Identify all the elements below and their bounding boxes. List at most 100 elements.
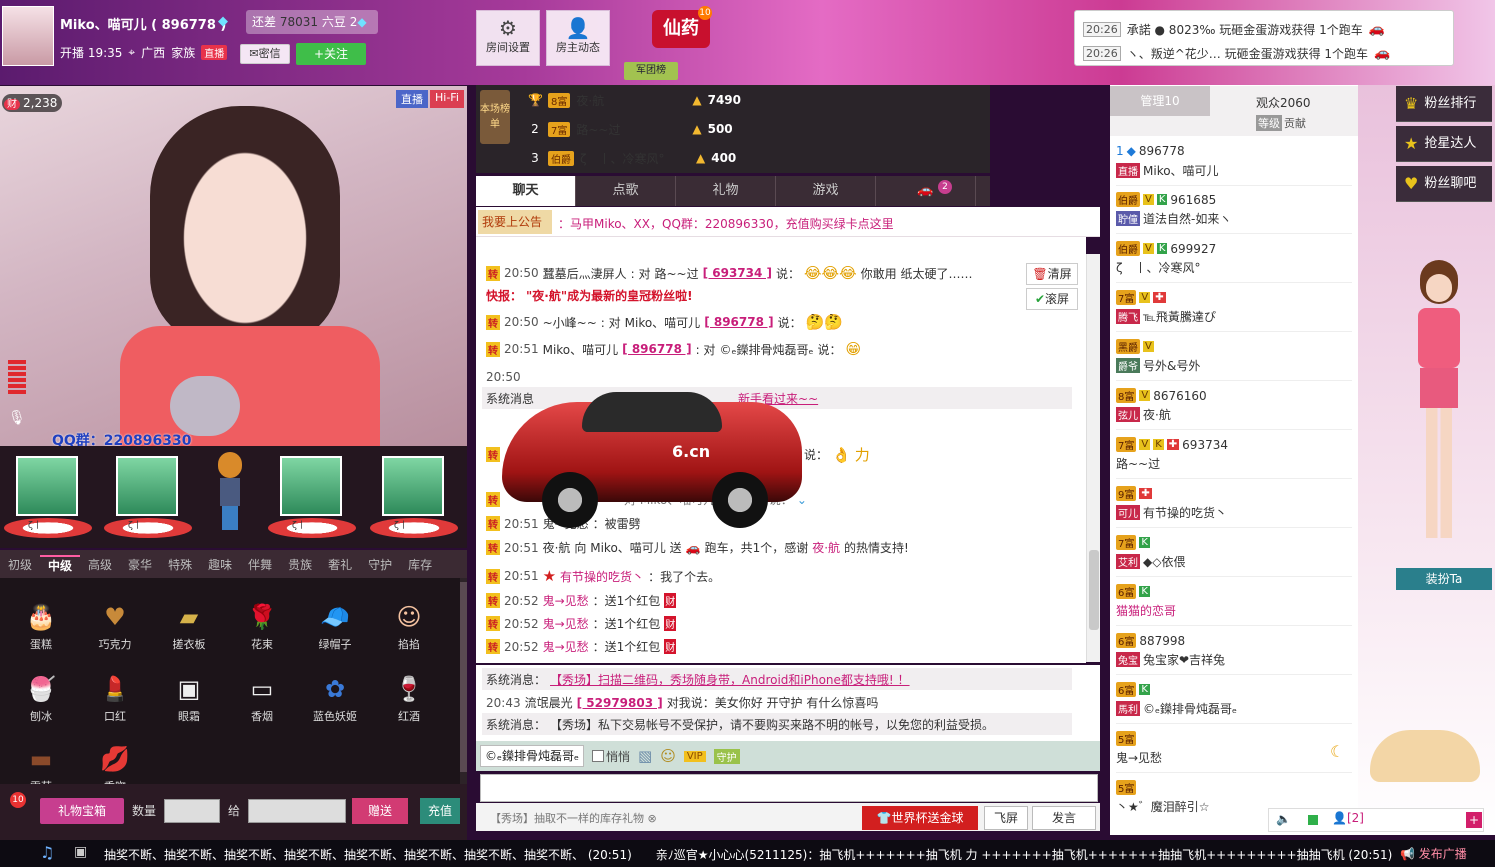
sort-by-level[interactable]: 等级 <box>1256 115 1282 131</box>
gift-item[interactable]: ✿ 蓝色妖姬 <box>300 670 370 724</box>
gift-item[interactable]: ▣ 眼霜 <box>154 670 224 724</box>
forward-tag[interactable]: 转 <box>486 568 500 584</box>
auto-scroll-button[interactable]: ✔滚屏 <box>1026 288 1078 310</box>
follow-button[interactable]: +关注 <box>296 43 366 65</box>
private-message-button[interactable]: ✉密信 <box>240 44 290 64</box>
guard-avatar[interactable] <box>212 452 248 532</box>
recipient-select[interactable] <box>248 799 346 823</box>
tab-viewers[interactable]: 观众2060 <box>1256 94 1311 111</box>
host-dressup-avatar[interactable] <box>1404 260 1474 560</box>
viewer-row[interactable]: 7富 K 艾利 ◆◇依偎 <box>1116 529 1352 577</box>
chat-sender[interactable]: Miko、喵可儿 <box>543 341 619 358</box>
chat-sender[interactable]: 夜·航 <box>543 539 571 556</box>
tab-gifts[interactable]: 礼物 <box>676 176 776 206</box>
gift-tab[interactable]: 趣味 <box>200 556 240 573</box>
image-icon[interactable]: ▧ <box>638 747 652 765</box>
clear-screen-button[interactable]: 🗑清屏 <box>1026 263 1078 285</box>
music-icon[interactable]: ♫ <box>40 843 54 862</box>
screen-icon[interactable]: ▣ <box>74 844 87 860</box>
legion-rank-tab[interactable]: 军团榜 <box>624 62 678 80</box>
private-message-log[interactable]: 系统消息： 【秀场】扫描二维码，秀场随身带，Android和iPhone都支持哦… <box>476 665 1100 741</box>
chat-sender[interactable]: 鬼→见愁 <box>543 592 589 609</box>
forward-tag[interactable]: 转 <box>486 616 500 631</box>
live-video[interactable] <box>0 86 467 446</box>
forward-tag[interactable]: 转 <box>486 639 500 654</box>
quantity-input[interactable] <box>164 799 220 823</box>
viewer-row[interactable]: 5富 鬼→见愁 <box>1116 725 1352 773</box>
guard-seat[interactable]: ζ丨 <box>104 456 192 540</box>
guard-icon[interactable]: 守护 <box>713 748 740 764</box>
guard-seat[interactable]: ζ丨 <box>268 456 356 540</box>
gift-tab[interactable]: 豪华 <box>120 556 160 573</box>
dress-up-button[interactable]: 装扮Ta <box>1396 568 1492 590</box>
ranking-row[interactable]: 2 7富 路~~过 ▲ 500 <box>528 117 733 141</box>
forward-tag[interactable]: 转 <box>486 314 500 330</box>
chat-input[interactable] <box>480 774 1098 802</box>
viewer-row[interactable]: 6富 K 猫猫的恋哥 <box>1116 578 1352 626</box>
gift-item[interactable]: ♥ 巧克力 <box>80 598 150 652</box>
post-broadcast-button[interactable]: 📢 发布广播 <box>1400 844 1490 864</box>
fan-ranking-button[interactable]: ♛ 粉丝排行 <box>1396 86 1492 122</box>
gift-box-button[interactable]: 礼物宝箱 <box>40 798 124 824</box>
fan-chat-button[interactable]: ♥ 粉丝聊吧 <box>1396 166 1492 202</box>
viewer-row[interactable]: 8富 V 8676160 弦儿 夜·航 <box>1116 382 1352 430</box>
chat-recipient[interactable]: Miko、喵可儿 <box>625 314 701 331</box>
chat-sender[interactable]: 鬼→见愁 <box>543 615 589 632</box>
chat-sender[interactable]: 夜·航 <box>812 539 840 556</box>
tab-song-request[interactable]: 点歌 <box>576 176 676 206</box>
close-icon[interactable]: ⊗ <box>648 812 657 825</box>
announcement-text[interactable]: ：马甲Miko、XX，QQ群：220896330，充值购买绿卡点这里 <box>558 215 894 232</box>
chat-sender[interactable]: ~小峰~~ <box>543 314 597 331</box>
gift-item[interactable]: 🍧 刨冰 <box>6 670 76 724</box>
whisper-checkbox[interactable]: 悄悄 <box>592 748 630 765</box>
chat-sender[interactable]: 鬼→见愁 <box>543 638 589 655</box>
gift-scrollbar[interactable] <box>460 578 467 784</box>
forward-tag[interactable]: 转 <box>486 265 500 281</box>
chat-sender[interactable]: 蠶墓后灬淒屏人 <box>543 265 627 282</box>
gift-tab[interactable]: 伴舞 <box>240 556 280 573</box>
chat-scrollbar[interactable] <box>1086 254 1100 662</box>
host-updates-button[interactable]: 👤 房主动态 <box>546 10 610 66</box>
tab-chat[interactable]: 聊天 <box>476 176 576 206</box>
chat-sender[interactable]: 有节操的吃货丶 <box>560 568 644 585</box>
guard-seat[interactable]: ζ丨 <box>4 456 92 540</box>
send-gift-button[interactable]: 赠送 <box>352 798 408 824</box>
gift-tab[interactable]: 贵族 <box>280 556 320 573</box>
star-grab-button[interactable]: ★ 抢星达人 <box>1396 126 1492 162</box>
gift-item[interactable]: 🧢 绿帽子 <box>300 598 370 652</box>
gift-item[interactable]: ☺ 掐掐 <box>374 598 444 652</box>
room-id[interactable]: [ 896778 ] <box>704 315 773 329</box>
vip-icon[interactable]: VIP <box>683 750 706 762</box>
gift-tab[interactable]: 初级 <box>0 556 40 573</box>
viewer-row[interactable]: 伯爵 V K 961685 聍僮 道法自然-如来ヽ <box>1116 186 1352 234</box>
tab-car[interactable]: 🚗 <box>876 176 976 206</box>
room-id[interactable]: [ 693734 ] <box>703 266 772 280</box>
forward-tag[interactable]: 转 <box>486 593 500 608</box>
room-id[interactable]: [ 52979803 ] <box>577 696 663 710</box>
gift-item[interactable]: ▰ 搓衣板 <box>154 598 224 652</box>
red-packet-icon[interactable]: 财 <box>664 616 677 631</box>
gift-item[interactable]: 🌹 花束 <box>227 598 297 652</box>
viewer-row[interactable]: 1 ◆ 896778 直播 Miko、喵可儿 <box>1116 138 1352 186</box>
microphone-icon[interactable]: 🎙 <box>8 410 26 426</box>
ranking-row[interactable]: 3 伯爵 ζ 丨、冷寒风° ▲ 400 <box>528 146 736 170</box>
chat-sender[interactable]: 流氓晨光 <box>525 694 573 711</box>
worldcup-gold-ball-button[interactable]: 👕世界杯送金球 <box>862 806 978 830</box>
send-message-button[interactable]: 发言 <box>1032 806 1096 830</box>
viewer-row[interactable]: 9富 ✚ 可儿 有节操的吃货丶 <box>1116 480 1352 528</box>
gift-tab[interactable]: 守护 <box>360 556 400 573</box>
viewer-row[interactable]: 7富 V ✚ 腾飞 ℡飛黃騰達ぴ <box>1116 284 1352 332</box>
hifi-tag[interactable]: Hi-Fi <box>430 90 464 108</box>
gift-tab[interactable]: 高级 <box>80 556 120 573</box>
red-packet-icon[interactable]: 财 <box>664 593 677 608</box>
tab-games[interactable]: 游戏 <box>776 176 876 206</box>
gift-tab[interactable]: 特殊 <box>160 556 200 573</box>
viewer-row[interactable]: 黑爵 V 爵爷 号外&号外 <box>1116 333 1352 381</box>
room-settings-button[interactable]: ⚙ 房间设置 <box>476 10 540 66</box>
showfield-tip[interactable]: 【秀场】抽取不一样的库存礼物 ⊗ <box>490 810 657 826</box>
gift-item[interactable]: 🎂 蛋糕 <box>6 598 76 652</box>
guard-seat[interactable]: ζ丨 <box>370 456 458 540</box>
viewer-row[interactable]: 7富 V K ✚ 693734 路~~过 <box>1116 431 1352 479</box>
room-id[interactable]: [ 896778 ] <box>622 342 691 356</box>
forward-tag[interactable]: 转 <box>486 540 500 555</box>
